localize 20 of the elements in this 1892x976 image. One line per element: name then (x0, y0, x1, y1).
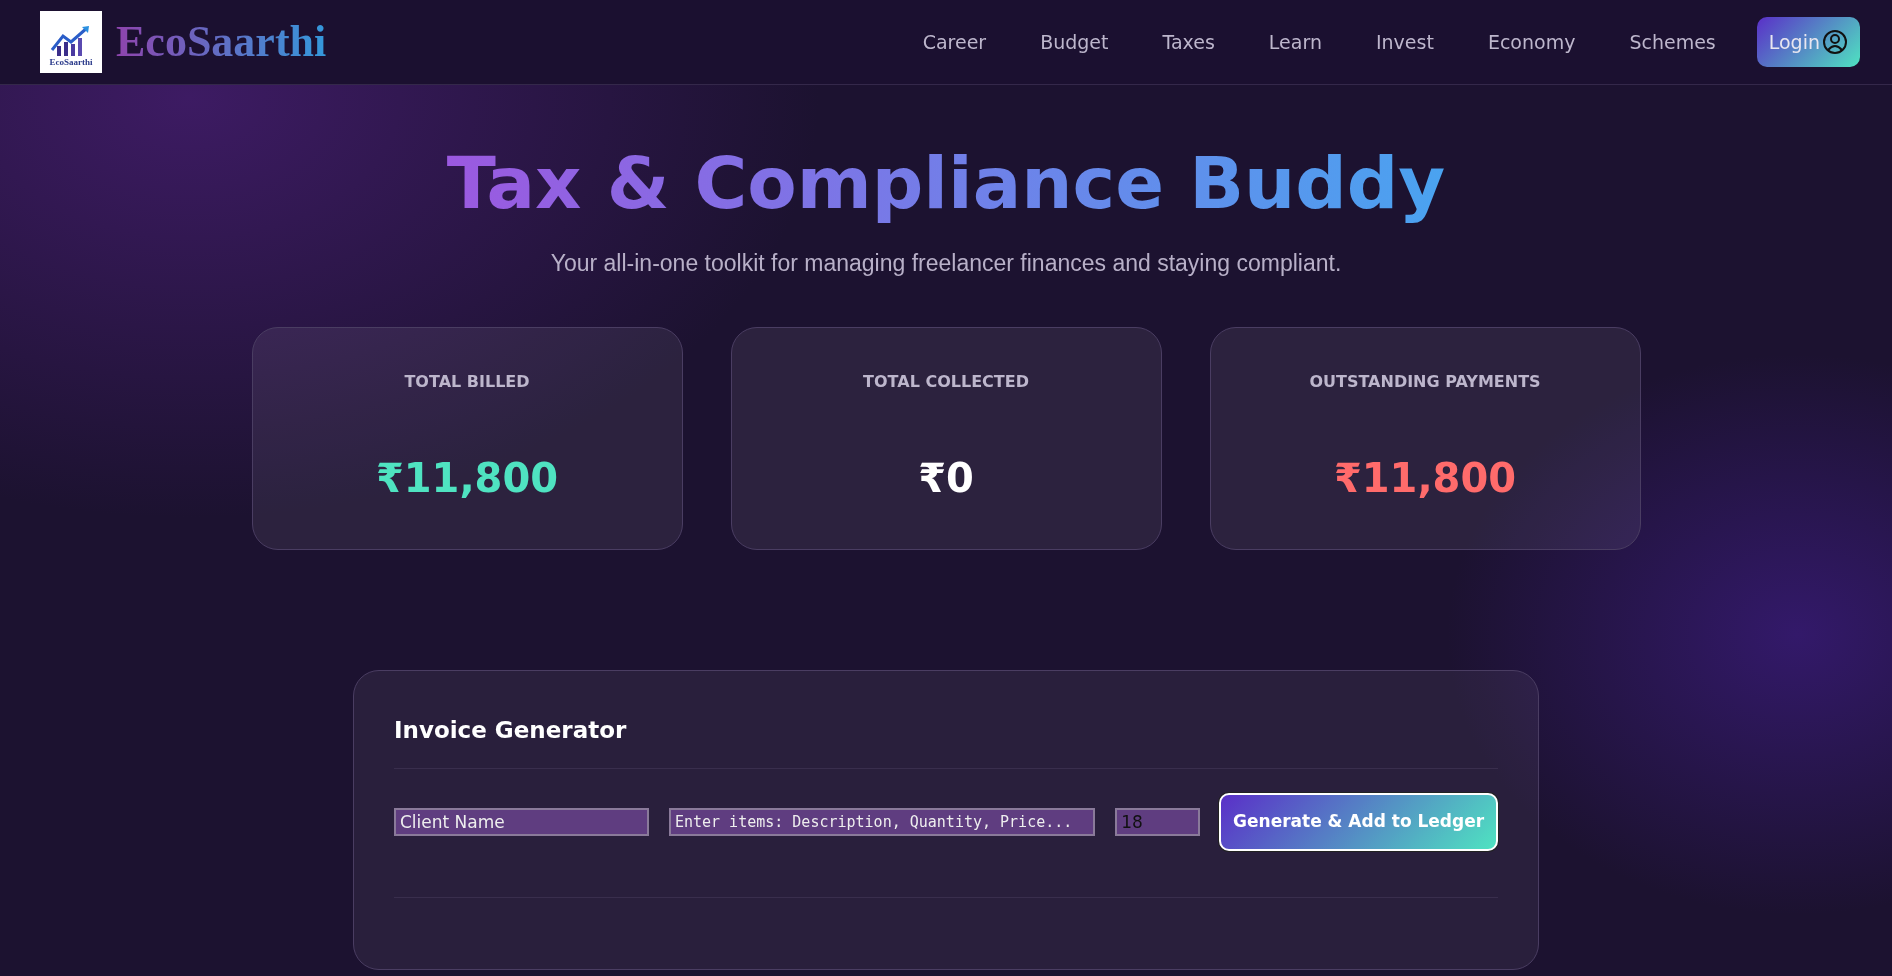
nav-link[interactable]: Invest (1375, 27, 1434, 57)
client-name-field[interactable]: Client Name (394, 807, 649, 836)
nav-link[interactable]: Economy (1487, 27, 1576, 57)
nav-link[interactable]: Taxes (1162, 27, 1215, 57)
nav-link[interactable]: Schemes (1629, 27, 1716, 57)
nav-link[interactable]: Learn (1268, 27, 1322, 57)
panel-title: Invoice Generator (394, 716, 628, 746)
stat-label: OUTSTANDING PAYMENTS (1309, 371, 1541, 394)
nav-link[interactable]: Budget (1040, 27, 1109, 57)
stat-value: ₹11,800 (1333, 454, 1517, 504)
stat-value: ₹0 (918, 454, 974, 504)
stat-value: ₹11,800 (375, 454, 559, 504)
stat-label: TOTAL BILLED (404, 371, 530, 394)
stat-label: TOTAL COLLECTED (863, 371, 1029, 394)
user-icon (1822, 29, 1848, 55)
items-field[interactable]: Enter items: Description, Quantity, Price... (668, 807, 1096, 836)
generate-button[interactable]: Generate & Add to Ledger (1219, 792, 1498, 851)
page-subtitle: Your all-in-one toolkit for managing freelancer finances and staying compliant. (549, 248, 1343, 278)
nav-link[interactable]: Career (922, 27, 987, 57)
logo-caption: EcoSaarthi (49, 58, 93, 67)
